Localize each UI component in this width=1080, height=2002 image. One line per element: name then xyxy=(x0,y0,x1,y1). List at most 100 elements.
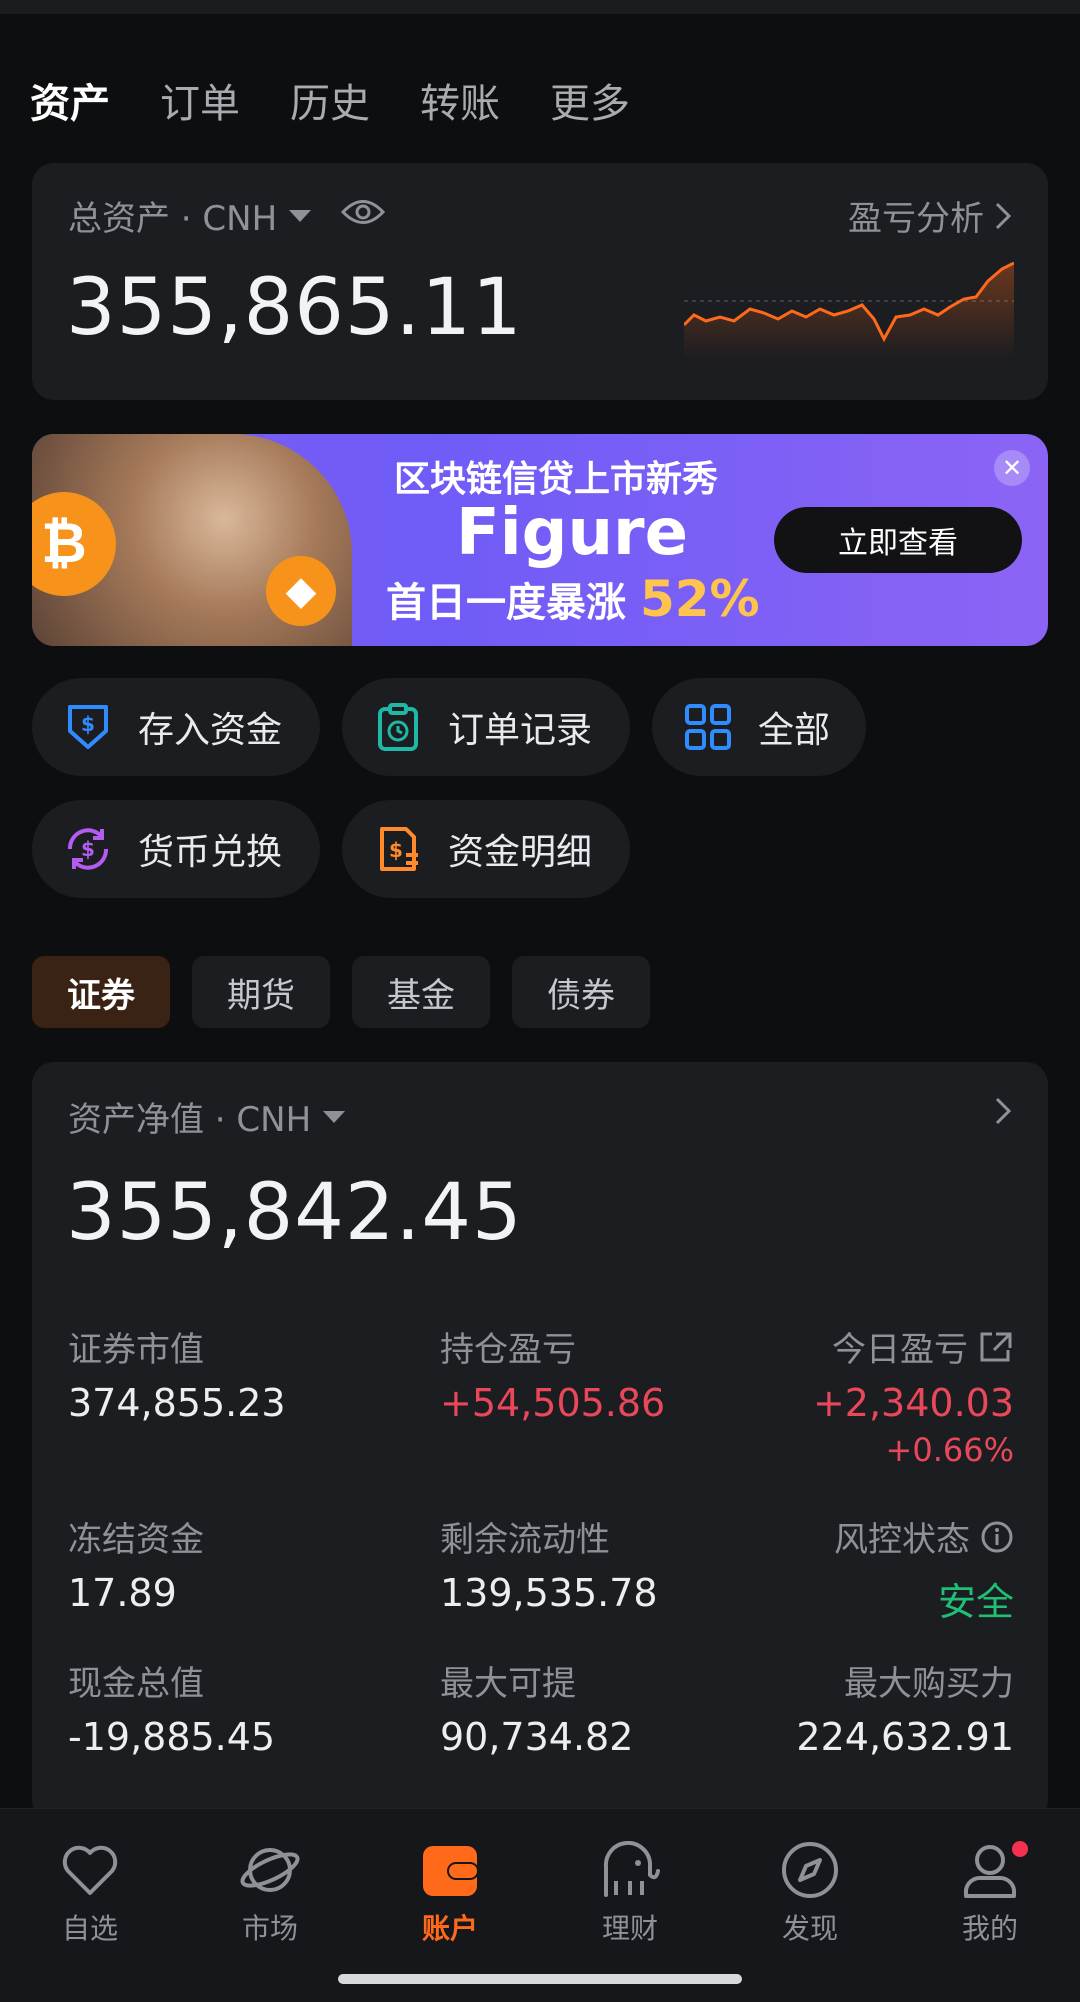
total-assets-label-row: 总资产 · CNH xyxy=(68,191,386,240)
segment-funds[interactable]: 基金 xyxy=(352,956,490,1028)
metric-value: 139,535.78 xyxy=(440,1571,658,1615)
risk-status-item[interactable]: 风控状态 安全 xyxy=(834,1512,1014,1626)
nav-me[interactable]: 我的 xyxy=(930,1839,1050,1947)
total-assets-card: 总资产 · CNH 盈亏分析 355,865.11 xyxy=(32,163,1048,400)
securities-value-item: 证券市值 374,855.23 xyxy=(68,1322,286,1425)
home-indicator xyxy=(338,1974,742,1984)
grid-icon xyxy=(682,701,734,753)
fund-detail-icon: $ xyxy=(372,823,424,875)
eye-icon[interactable] xyxy=(341,196,386,236)
today-pl-percent: +0.66% xyxy=(885,1431,1014,1469)
metric-value: +54,505.86 xyxy=(440,1381,666,1425)
pl-sparkline[interactable] xyxy=(684,259,1014,359)
net-assets-card[interactable]: 资产净值 · CNH 355,842.45 证券市值 374,855.23 持仓… xyxy=(32,1062,1048,1822)
metric-label: 最大可提 xyxy=(440,1664,576,1704)
nav-market[interactable]: 市场 xyxy=(210,1839,330,1947)
metric-label: 剩余流动性 xyxy=(440,1520,610,1560)
metric-value: +2,340.03 xyxy=(812,1381,1014,1425)
metric-label: 冻结资金 xyxy=(68,1520,204,1560)
max-buying-power-item: 最大购买力 224,632.91 xyxy=(796,1656,1014,1759)
nav-label: 账户 xyxy=(421,1912,478,1945)
heart-icon xyxy=(30,1839,150,1901)
tab-assets[interactable]: 资产 xyxy=(24,71,116,135)
bottom-nav: 自选 市场 账户 理财 发现 我的 xyxy=(0,1808,1080,2002)
deposit-label: 存入资金 xyxy=(138,710,283,751)
nav-label: 自选 xyxy=(61,1912,118,1945)
total-assets-value: 355,865.11 xyxy=(66,263,523,353)
segment-securities[interactable]: 证券 xyxy=(32,956,170,1028)
nav-account[interactable]: 账户 xyxy=(390,1839,510,1947)
account-tabs: 资产 订单 历史 转账 更多 xyxy=(24,68,630,135)
net-assets-label: 资产净值 · CNH xyxy=(68,1100,312,1140)
metric-label: 最大购买力 xyxy=(844,1664,1014,1704)
metric-label: 风控状态 xyxy=(834,1520,970,1560)
tab-orders[interactable]: 订单 xyxy=(160,71,240,129)
order-records-label: 订单记录 xyxy=(448,710,593,751)
deposit-button[interactable]: $ 存入资金 xyxy=(32,678,320,776)
chevron-right-icon[interactable] xyxy=(994,1096,1012,1126)
currency-caret-icon[interactable] xyxy=(323,1110,346,1123)
pl-analysis-link[interactable]: 盈亏分析 xyxy=(848,191,1012,240)
svg-text:$: $ xyxy=(389,838,403,862)
fund-detail-label: 资金明细 xyxy=(448,832,593,873)
metric-value: -19,885.45 xyxy=(68,1715,276,1759)
metric-label: 现金总值 xyxy=(68,1664,204,1704)
share-icon[interactable] xyxy=(978,1330,1014,1364)
total-assets-label: 总资产 · CNH xyxy=(68,199,278,239)
tab-transfer[interactable]: 转账 xyxy=(420,71,500,129)
ethereum-icon: ◆ xyxy=(266,556,336,626)
clipboard-clock-icon xyxy=(372,701,424,753)
remaining-liquidity-item: 剩余流动性 139,535.78 xyxy=(440,1512,658,1615)
metric-label-row: 风控状态 xyxy=(834,1512,1014,1561)
nav-label: 理财 xyxy=(601,1912,658,1945)
nav-wealth[interactable]: 理财 xyxy=(570,1839,690,1947)
pl-analysis-label: 盈亏分析 xyxy=(848,199,984,239)
chevron-right-icon xyxy=(995,202,1012,229)
compass-icon xyxy=(750,1839,870,1901)
net-assets-value: 355,842.45 xyxy=(66,1168,523,1258)
currency-caret-icon[interactable] xyxy=(289,209,312,222)
nav-discover[interactable]: 发现 xyxy=(750,1839,870,1947)
currency-exchange-label: 货币兑换 xyxy=(138,832,283,873)
deposit-icon: $ xyxy=(62,701,114,753)
currency-exchange-icon: $ xyxy=(62,823,114,875)
elephant-icon xyxy=(570,1839,690,1901)
nav-label: 市场 xyxy=(241,1912,298,1945)
banner-view-button[interactable]: 立即查看 xyxy=(774,507,1022,573)
metric-label: 今日盈亏 xyxy=(832,1330,968,1370)
info-icon[interactable] xyxy=(980,1520,1014,1554)
segment-futures[interactable]: 期货 xyxy=(192,956,330,1028)
tab-more[interactable]: 更多 xyxy=(550,71,630,129)
banner-subline: 首日一度暴涨 52% xyxy=(386,570,760,628)
metric-value: 374,855.23 xyxy=(68,1381,286,1425)
net-assets-label-row: 资产净值 · CNH xyxy=(68,1092,346,1141)
nav-label: 我的 xyxy=(961,1912,1018,1945)
order-records-button[interactable]: 订单记录 xyxy=(342,678,630,776)
user-icon xyxy=(930,1839,1050,1901)
banner-headline: 区块链信贷上市新秀 xyxy=(394,459,719,500)
metric-label-row: 今日盈亏 xyxy=(813,1322,1014,1371)
tab-history[interactable]: 历史 xyxy=(290,71,370,129)
wallet-icon xyxy=(390,1839,510,1901)
fund-detail-button[interactable]: $ 资金明细 xyxy=(342,800,630,898)
nav-watchlist[interactable]: 自选 xyxy=(30,1839,150,1947)
banner-percent: 52% xyxy=(639,570,760,628)
segment-bonds[interactable]: 债券 xyxy=(512,956,650,1028)
close-icon[interactable]: ✕ xyxy=(994,450,1030,486)
today-pl-item[interactable]: 今日盈亏 +2,340.03 +0.66% xyxy=(813,1322,1014,1469)
all-functions-button[interactable]: 全部 xyxy=(652,678,866,776)
metric-value: 安全 xyxy=(937,1580,1014,1624)
svg-text:$: $ xyxy=(81,712,95,736)
banner-subline-text: 首日一度暴涨 xyxy=(386,580,640,626)
banner-brand: Figure xyxy=(456,496,688,570)
position-pl-item: 持仓盈亏 +54,505.86 xyxy=(440,1322,665,1425)
max-withdraw-item: 最大可提 90,734.82 xyxy=(440,1656,633,1759)
nav-label: 发现 xyxy=(781,1912,838,1945)
cash-total-item: 现金总值 -19,885.45 xyxy=(68,1656,275,1759)
promo-banner[interactable]: ₿ ◆ 区块链信贷上市新秀 Figure 首日一度暴涨 52% 立即查看 ✕ xyxy=(32,434,1048,646)
currency-exchange-button[interactable]: $ 货币兑换 xyxy=(32,800,320,898)
status-bar xyxy=(0,0,1080,14)
planet-icon xyxy=(210,1839,330,1901)
notification-dot xyxy=(1012,1841,1028,1857)
metric-value: 90,734.82 xyxy=(440,1715,634,1759)
